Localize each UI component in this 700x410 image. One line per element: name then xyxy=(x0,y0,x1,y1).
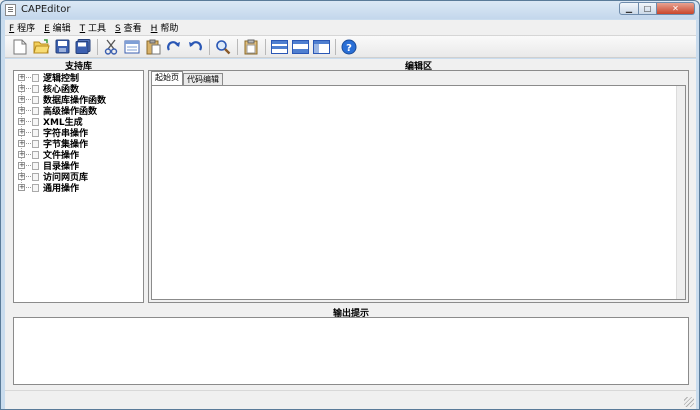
resize-grip-icon[interactable] xyxy=(684,397,694,407)
layout-2-icon[interactable] xyxy=(290,37,310,57)
toolbar-separator xyxy=(97,38,98,55)
toolbar: ? xyxy=(5,36,696,58)
expand-icon[interactable]: + xyxy=(18,74,25,81)
menu-view[interactable]: S 查看 xyxy=(111,21,147,34)
folder-node-icon xyxy=(32,150,39,159)
folder-node-icon xyxy=(32,161,39,170)
menu-edit[interactable]: E 编辑 xyxy=(40,21,76,34)
folder-node-icon xyxy=(32,73,39,82)
window-title: CAPEditor xyxy=(21,4,71,15)
redo-icon[interactable] xyxy=(164,37,184,57)
editor-tabs: 起始页 代码编辑 xyxy=(151,71,223,86)
menu-tools[interactable]: T 工具 xyxy=(76,21,111,34)
open-folder-icon[interactable] xyxy=(31,37,51,57)
maximize-button[interactable]: □ xyxy=(639,2,657,15)
folder-node-icon xyxy=(32,172,39,181)
close-button[interactable]: ✕ xyxy=(657,2,695,15)
toolbar-separator xyxy=(335,38,336,55)
paste-icon[interactable] xyxy=(143,37,163,57)
folder-node-icon xyxy=(32,183,39,192)
app-document-icon xyxy=(5,4,16,16)
expand-icon[interactable]: + xyxy=(18,162,25,169)
expand-icon[interactable]: + xyxy=(18,107,25,114)
tab-start-page[interactable]: 起始页 xyxy=(151,71,183,86)
cut-icon[interactable] xyxy=(101,37,121,57)
toolbar-separator xyxy=(265,38,266,55)
save-all-icon[interactable] xyxy=(73,37,93,57)
vertical-scrollbar[interactable] xyxy=(676,86,685,299)
svg-text:?: ? xyxy=(346,43,352,54)
save-icon[interactable] xyxy=(52,37,72,57)
menu-program[interactable]: F 程序 xyxy=(5,21,40,34)
copy-icon[interactable] xyxy=(122,37,142,57)
folder-node-icon xyxy=(32,106,39,115)
layout-3-icon[interactable] xyxy=(311,37,331,57)
folder-node-icon xyxy=(32,139,39,148)
expand-icon[interactable]: + xyxy=(18,184,25,191)
title-bar[interactable]: CAPEditor ▁ □ ✕ xyxy=(1,1,699,19)
folder-node-icon xyxy=(32,95,39,104)
menu-help[interactable]: H 帮助 xyxy=(147,21,184,34)
expand-icon[interactable]: + xyxy=(18,96,25,103)
app-window: CAPEditor ▁ □ ✕ F 程序 E 编辑 T 工具 S 查看 H 帮助 xyxy=(0,0,700,410)
output-panel[interactable] xyxy=(13,317,689,385)
expand-icon[interactable]: + xyxy=(18,173,25,180)
minimize-button[interactable]: ▁ xyxy=(619,2,639,15)
tree-item[interactable]: + 通用操作 xyxy=(18,182,79,194)
expand-icon[interactable]: + xyxy=(18,118,25,125)
clipboard-icon[interactable] xyxy=(241,37,261,57)
undo-icon[interactable] xyxy=(185,37,205,57)
editor-panel: 起始页 代码编辑 xyxy=(148,70,689,303)
status-bar xyxy=(5,390,696,409)
editor-content[interactable] xyxy=(151,85,686,300)
new-file-icon[interactable] xyxy=(10,37,30,57)
toolbar-separator xyxy=(237,38,238,55)
expand-icon[interactable]: + xyxy=(18,140,25,147)
toolbar-separator xyxy=(209,38,210,55)
expand-icon[interactable]: + xyxy=(18,85,25,92)
folder-node-icon xyxy=(32,117,39,126)
menu-bar: F 程序 E 编辑 T 工具 S 查看 H 帮助 xyxy=(5,20,696,36)
expand-icon[interactable]: + xyxy=(18,151,25,158)
layout-1-icon[interactable] xyxy=(269,37,289,57)
library-tree[interactable]: + 逻辑控制 + 核心函数 + 数据库操作函数 + 高级操作函数 + XML生成 + 字符串… xyxy=(13,70,144,303)
client-area: 支持库 编辑区 + 逻辑控制 + 核心函数 + 数据库操作函数 + 高级操作函数 + XM… xyxy=(5,59,696,409)
folder-node-icon xyxy=(32,84,39,93)
help-icon[interactable]: ? xyxy=(339,37,359,57)
folder-node-icon xyxy=(32,128,39,137)
find-icon[interactable] xyxy=(213,37,233,57)
expand-icon[interactable]: + xyxy=(18,129,25,136)
